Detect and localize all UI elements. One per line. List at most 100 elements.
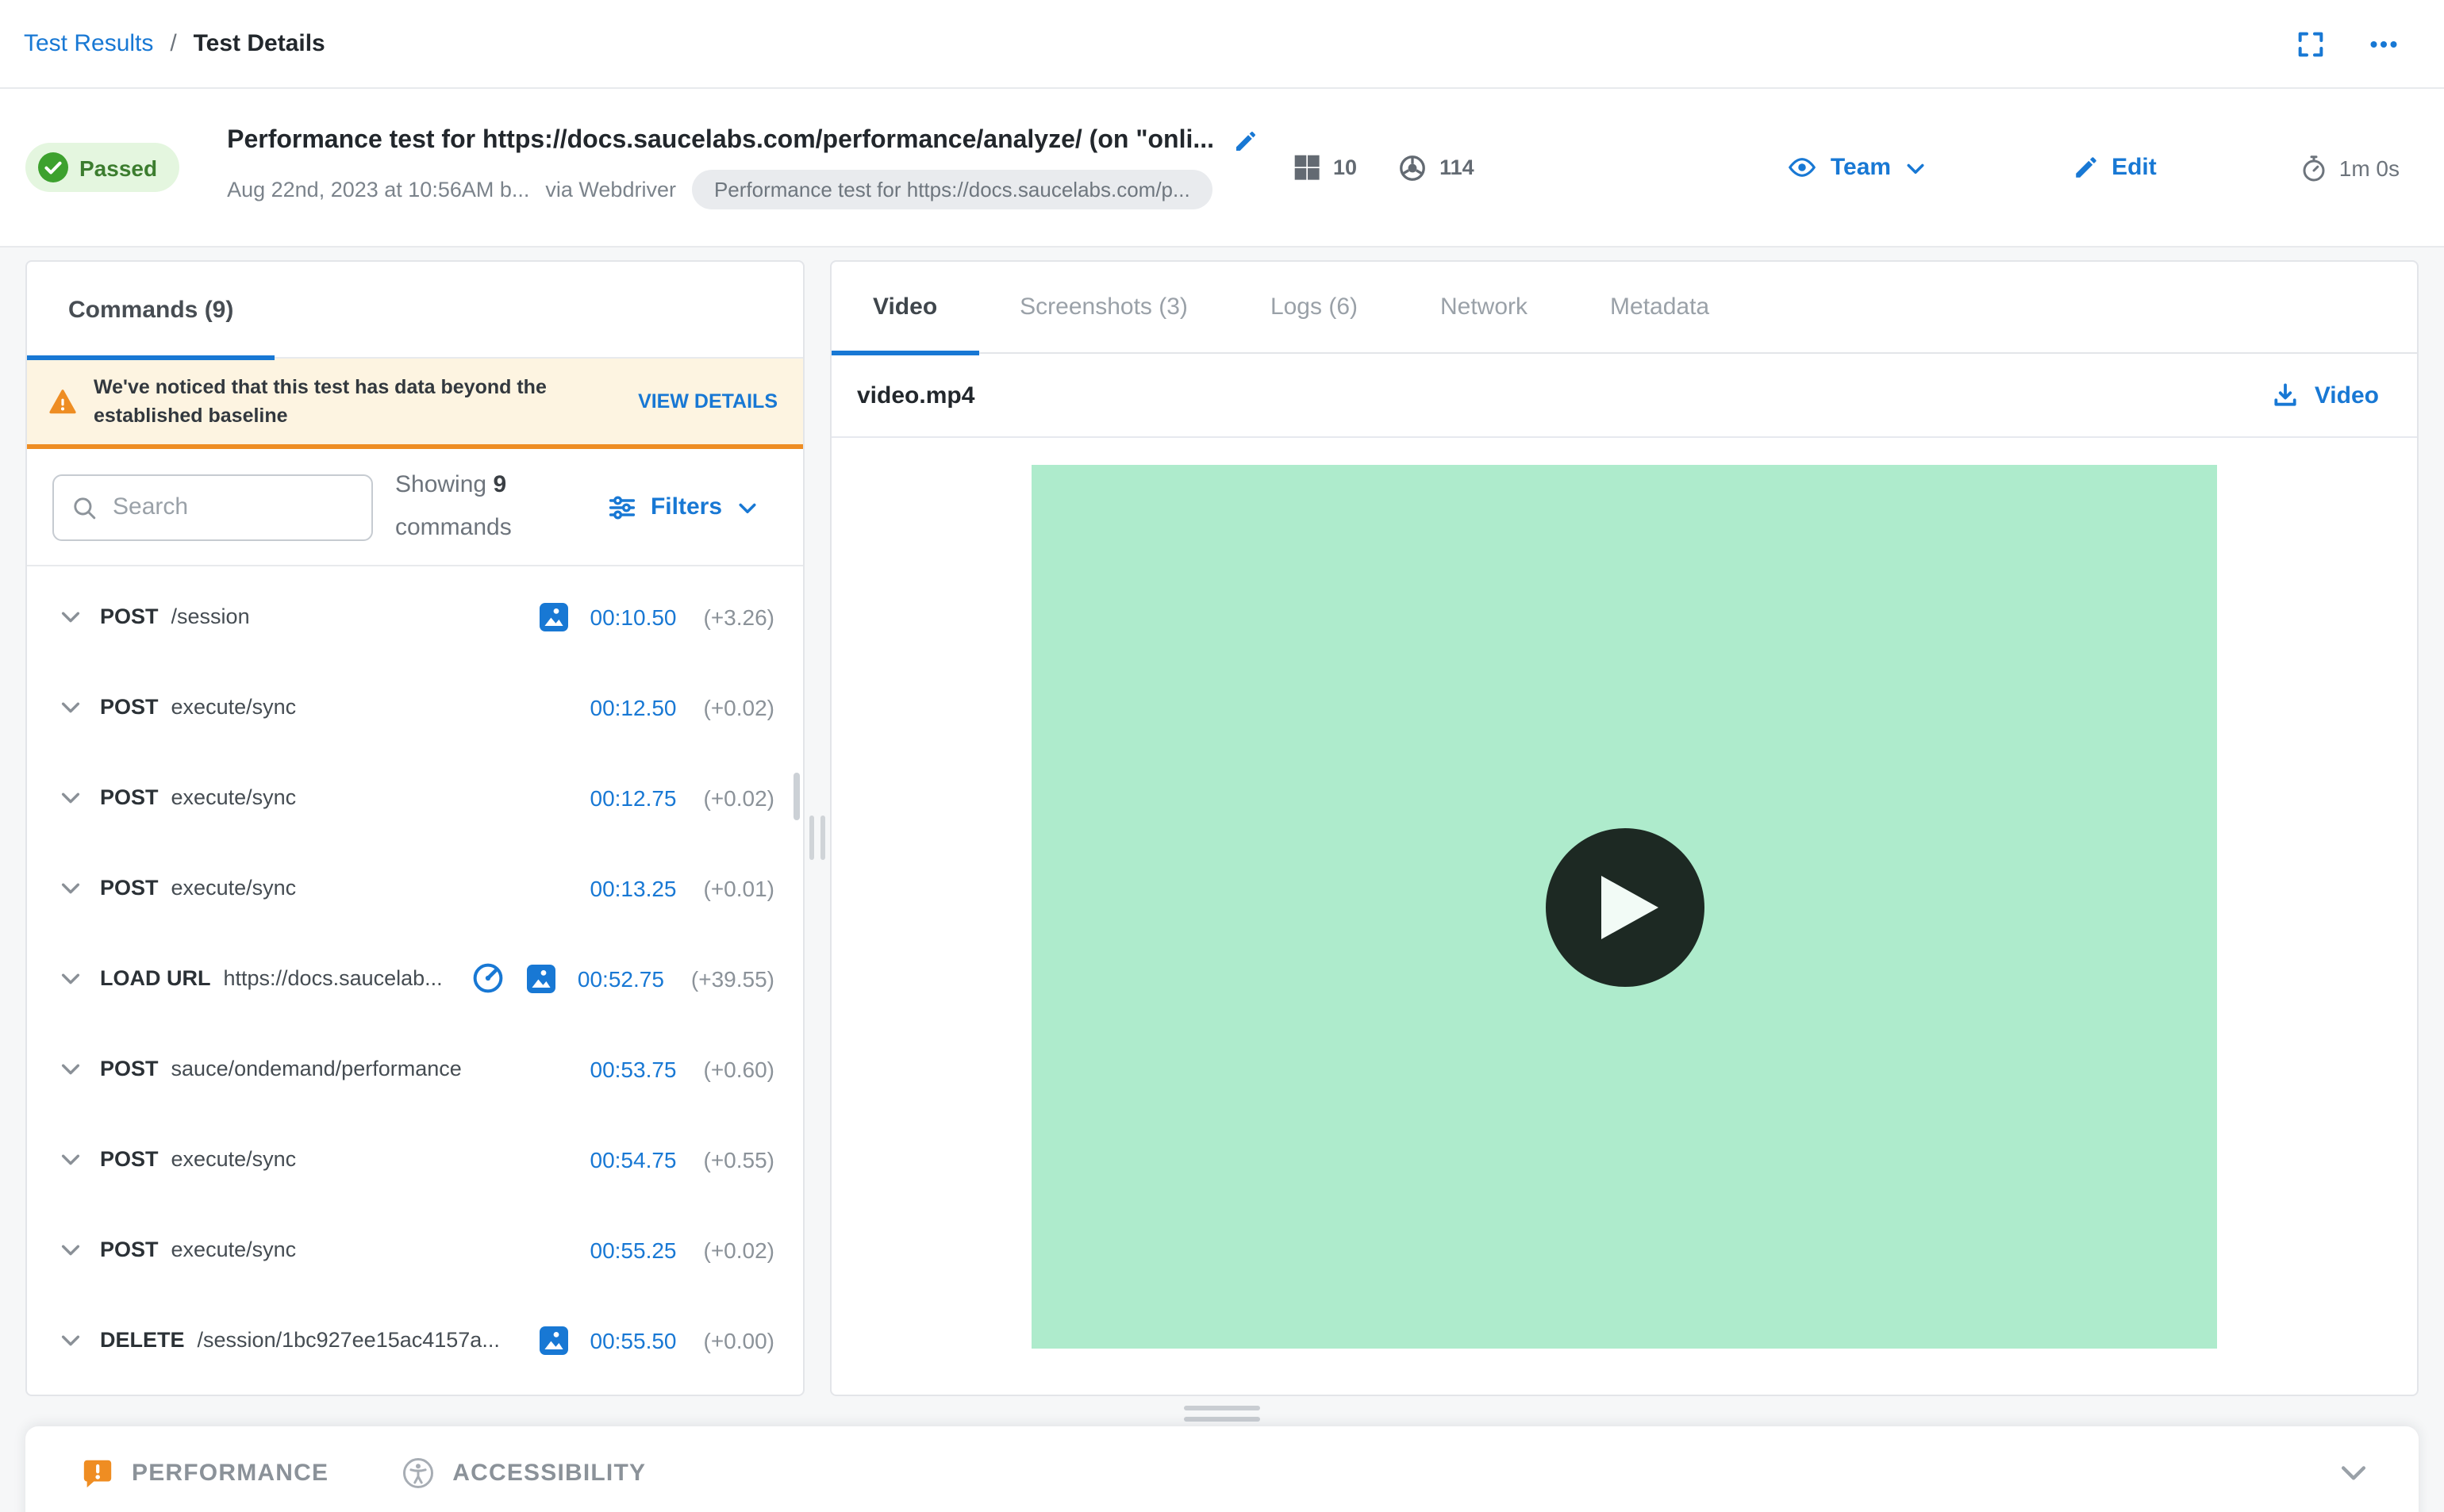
download-label: Video (2314, 382, 2379, 409)
command-timestamp: 00:54.75 (590, 1146, 677, 1172)
edit-label: Edit (2112, 154, 2157, 181)
status-label: Passed (79, 155, 158, 180)
performance-section-toggle[interactable]: PERFORMANCE (81, 1426, 329, 1512)
command-duration-delta: (+0.60) (703, 1056, 775, 1081)
command-row[interactable]: POST execute/sync 00:12.50 (+0.02) (27, 662, 803, 752)
team-label: Team (1830, 154, 1892, 181)
command-duration-delta: (+0.02) (703, 1237, 775, 1262)
team-visibility-dropdown[interactable]: Team (1788, 152, 1926, 182)
commands-list: POST/session 00:10.50 (+3.26) POST execute/s… (27, 566, 803, 1395)
command-timestamp: 00:53.75 (590, 1056, 677, 1081)
scrollbar-thumb[interactable] (794, 773, 800, 820)
accessibility-label: ACCESSIBILITY (452, 1459, 647, 1486)
command-row[interactable]: POST execute/sync 00:54.75 (+0.55) (27, 1114, 803, 1204)
command-method: LOAD URL (100, 966, 211, 990)
tab-logs-6[interactable]: Logs (6) (1229, 262, 1399, 352)
tab-metadata[interactable]: Metadata (1569, 262, 1750, 352)
panel-splitter (805, 260, 830, 1396)
duration-label: 1m 0s (2338, 155, 2400, 180)
test-tag[interactable]: Performance test for https://docs.saucel… (691, 169, 1212, 209)
accessibility-section-toggle[interactable]: ACCESSIBILITY (402, 1426, 646, 1512)
commands-panel: Commands (9) We've noticed that this tes… (25, 260, 805, 1396)
play-icon (1598, 872, 1662, 942)
view-details-link[interactable]: VIEW DETAILS (638, 390, 778, 413)
status-badge: Passed (25, 143, 180, 192)
command-timestamp: 00:55.50 (590, 1327, 677, 1353)
video-file-row: video.mp4 Video (832, 354, 2417, 438)
chevron-down-icon[interactable] (59, 1238, 83, 1261)
edit-button[interactable]: Edit (2072, 154, 2157, 181)
command-path: https://docs.saucelab... (223, 966, 443, 990)
showing-count: Showing 9 commands (395, 471, 512, 541)
command-method: POST (100, 1238, 159, 1261)
splitter-grip-handle[interactable] (809, 815, 825, 860)
command-path: execute/sync (171, 876, 297, 900)
expand-bottom-bar-button[interactable] (2336, 1426, 2371, 1512)
command-timestamp: 00:10.50 (590, 604, 677, 629)
tab-video[interactable]: Video (832, 262, 978, 355)
command-timestamp: 00:12.75 (590, 785, 677, 810)
platform-info: 10 114 (1293, 153, 1474, 182)
command-duration-delta: (+0.55) (703, 1146, 775, 1172)
command-path: sauce/ondemand/performance (171, 1057, 462, 1080)
download-icon (2272, 381, 2300, 409)
pencil-icon (2072, 154, 2099, 181)
warning-triangle-icon (48, 386, 78, 416)
chrome-icon (1398, 153, 1427, 182)
windows-icon (1293, 154, 1320, 181)
tab-commands[interactable]: Commands (9) (68, 296, 233, 323)
download-video-button[interactable]: Video (2272, 381, 2379, 409)
command-path: /session (171, 604, 250, 628)
resize-grip-handle[interactable] (1184, 1406, 1260, 1428)
command-timestamp: 00:52.75 (577, 965, 664, 991)
performance-label: PERFORMANCE (132, 1459, 329, 1486)
tab-screenshots-3[interactable]: Screenshots (3) (978, 262, 1229, 352)
command-row[interactable]: POST/session 00:10.50 (+3.26) (27, 571, 803, 662)
chevron-down-icon (1904, 156, 1926, 178)
search-input[interactable] (110, 492, 354, 522)
chevron-down-icon[interactable] (59, 604, 83, 628)
performance-alert-icon (81, 1456, 114, 1489)
speedometer-icon[interactable] (471, 961, 505, 995)
command-duration-delta: (+3.26) (703, 604, 775, 629)
command-row[interactable]: LOAD URL https://docs.saucelab... 00:52.75… (27, 933, 803, 1023)
command-row[interactable]: POST execute/sync 00:55.25 (+0.02) (27, 1204, 803, 1295)
breadcrumb: Test Results / Test Details (24, 29, 325, 58)
image-icon[interactable] (538, 1324, 570, 1356)
chevron-down-icon (2336, 1455, 2371, 1490)
test-header: Passed Performance test for https://docs… (0, 89, 2444, 248)
chevron-down-icon[interactable] (59, 1057, 83, 1080)
filters-label: Filters (650, 493, 722, 520)
test-date: Aug 22nd, 2023 at 10:56AM b... (227, 177, 530, 201)
test-title: Performance test for https://docs.saucel… (227, 126, 1215, 153)
media-panel: Video Screenshots (3) Logs (6) Network Metad… (830, 260, 2419, 1396)
breadcrumb-link-test-results[interactable]: Test Results (24, 29, 153, 56)
command-method: POST (100, 785, 159, 809)
image-icon[interactable] (538, 601, 570, 632)
command-row[interactable]: POST execute/sync 00:13.25 (+0.01) (27, 842, 803, 933)
chevron-down-icon[interactable] (59, 695, 83, 719)
chevron-down-icon[interactable] (59, 966, 83, 990)
command-row[interactable]: POST sauce/ondemand/performance 00:53.75 (+… (27, 1023, 803, 1114)
command-row[interactable]: POST execute/sync 00:12.75 (+0.02) (27, 752, 803, 842)
more-options-button[interactable] (2368, 28, 2400, 59)
image-icon[interactable] (525, 962, 557, 994)
play-button[interactable] (1545, 827, 1704, 986)
command-timestamp: 00:55.25 (590, 1237, 677, 1262)
chevron-down-icon[interactable] (59, 876, 83, 900)
command-method: POST (100, 1147, 159, 1171)
command-path: execute/sync (171, 1238, 297, 1261)
chevron-down-icon[interactable] (59, 1147, 83, 1171)
edit-title-pencil-icon[interactable] (1233, 128, 1259, 153)
media-tabs: Video Screenshots (3) Logs (6) Network Metad… (832, 262, 2417, 355)
bottom-metrics-bar: PERFORMANCE ACCESSIBILITY (25, 1426, 2419, 1512)
breadcrumb-current-test-details: Test Details (193, 29, 325, 56)
chevron-down-icon[interactable] (59, 1328, 83, 1352)
filters-dropdown[interactable]: Filters (608, 493, 778, 521)
top-bar: Test Results / Test Details (0, 0, 2444, 89)
breadcrumb-separator: / (170, 29, 177, 56)
command-row[interactable]: DELETE/session/1bc927ee15ac4157a... 00:55… (27, 1295, 803, 1385)
tab-network[interactable]: Network (1399, 262, 1569, 352)
fullscreen-button[interactable] (2295, 28, 2327, 59)
chevron-down-icon[interactable] (59, 785, 83, 809)
